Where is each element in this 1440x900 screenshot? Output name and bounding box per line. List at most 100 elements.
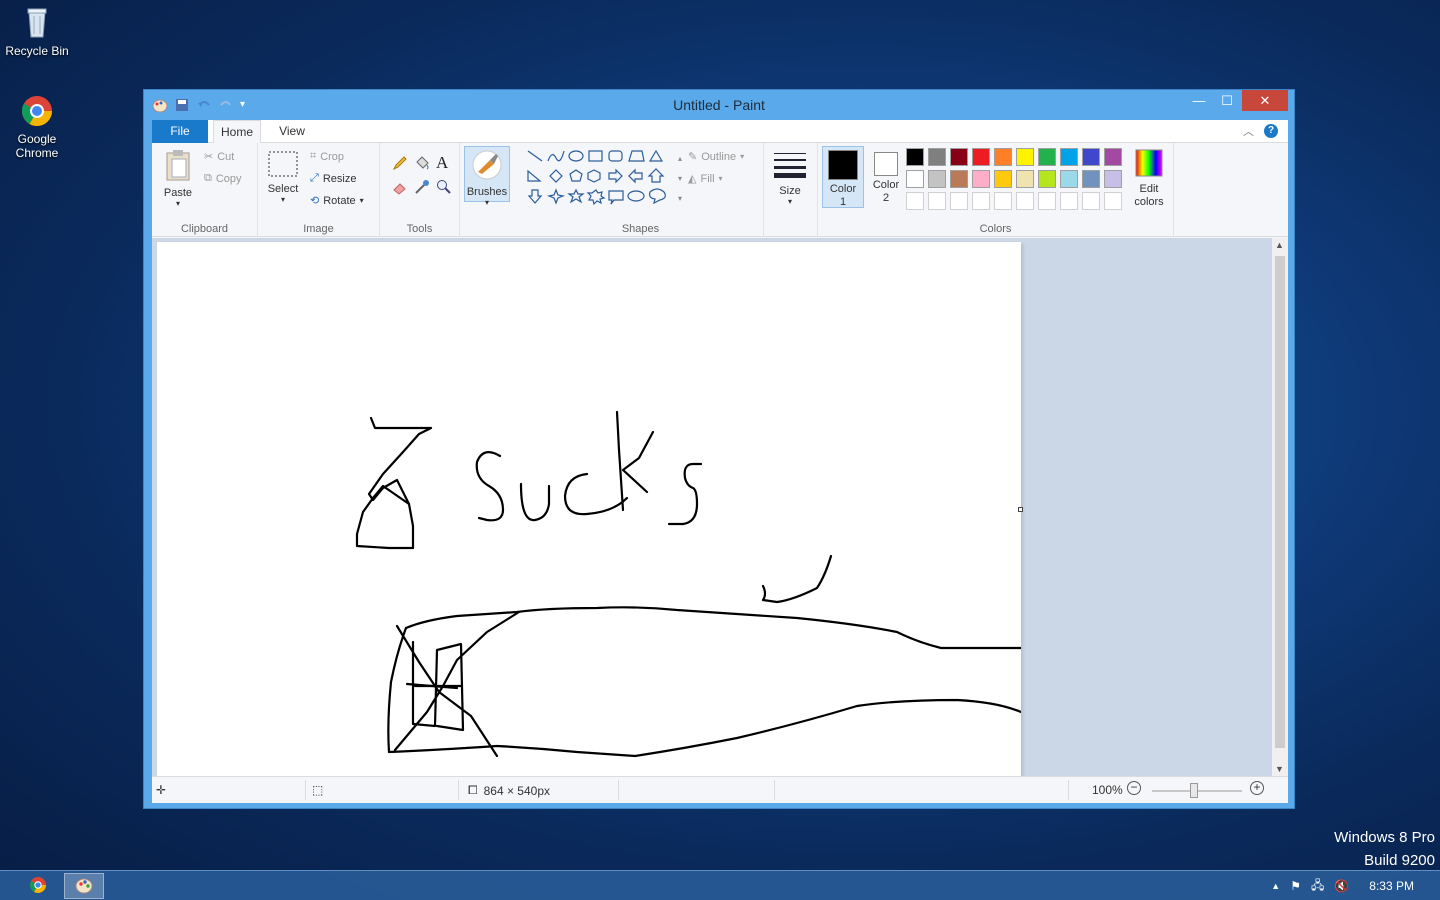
brushes-button[interactable]: Brushes ▾ [464, 146, 510, 207]
group-image: Select ▾ ⌗ Crop ⤢ Resize ⟲ Rotate ▾ Image [258, 143, 380, 237]
resize-label: Resize [322, 172, 357, 185]
scroll-down-icon[interactable]: ▼ [1275, 764, 1284, 774]
canvas-resize-handle[interactable] [1018, 507, 1023, 512]
fill-button[interactable]: ◭ Fill ▾ [688, 172, 723, 186]
windows-watermark: Windows 8 Pro Build 9200 [1334, 826, 1435, 872]
palette-swatch[interactable] [1038, 192, 1056, 210]
ribbon: Paste ▾ ✂ Cut ⧉ Copy Clipboard Select ▾ ⌗ C… [152, 143, 1288, 237]
magnifier-icon[interactable] [436, 179, 452, 198]
color-palette [906, 148, 1128, 214]
palette-swatch[interactable] [928, 170, 946, 188]
minimize-button[interactable]: — [1184, 90, 1214, 111]
palette-swatch[interactable] [1038, 148, 1056, 166]
shapes-gallery[interactable] [526, 148, 684, 210]
palette-swatch[interactable] [972, 170, 990, 188]
group-label: Clipboard [180, 223, 229, 235]
clock[interactable]: 8:33 PM [1369, 879, 1414, 893]
shapes-scroll[interactable]: ▴ ▾ ▾ [678, 149, 682, 209]
zoom-in-icon: + [1250, 781, 1264, 795]
zoom-out-button[interactable]: − [1127, 781, 1141, 795]
palette-swatch[interactable] [1016, 148, 1034, 166]
palette-swatch[interactable] [1016, 192, 1034, 210]
vertical-scrollbar[interactable]: ▲ ▼ [1272, 238, 1288, 776]
recycle-bin-icon [20, 6, 54, 40]
show-hidden-icons-icon[interactable]: ▲ [1271, 881, 1280, 891]
copy-icon: ⧉ [204, 172, 212, 184]
fill-bucket-icon[interactable] [414, 155, 430, 174]
palette-swatch[interactable] [1060, 170, 1078, 188]
palette-swatch[interactable] [994, 170, 1012, 188]
color-picker-icon[interactable] [414, 179, 430, 198]
palette-swatch[interactable] [906, 148, 924, 166]
network-icon[interactable]: 🖧 [1311, 876, 1324, 897]
paint-client: File Home View ︿ ? Paste ▾ ✂ Cut ⧉ Copy Cl… [152, 120, 1288, 803]
scroll-up-icon[interactable]: ▲ [1275, 240, 1284, 250]
palette-swatch[interactable] [994, 148, 1012, 166]
palette-swatch[interactable] [950, 148, 968, 166]
palette-swatch[interactable] [1082, 170, 1100, 188]
scroll-thumb[interactable] [1275, 256, 1285, 748]
resize-icon: ⤢ [310, 172, 319, 184]
volume-muted-icon[interactable]: 🔇 [1334, 879, 1349, 893]
paste-button[interactable]: Paste ▾ [158, 149, 198, 208]
cut-label: Cut [217, 150, 235, 163]
palette-swatch[interactable] [1104, 148, 1122, 166]
resize-button[interactable]: ⤢ Resize [310, 172, 356, 185]
crop-button[interactable]: ⌗ Crop [310, 150, 344, 163]
palette-swatch[interactable] [1038, 170, 1056, 188]
eraser-icon[interactable] [392, 179, 408, 198]
edit-colors-icon [1130, 149, 1168, 180]
zoom-in-button[interactable]: + [1250, 781, 1264, 795]
close-button[interactable]: ✕ [1242, 90, 1288, 111]
group-size: Size ▾ [764, 143, 818, 237]
outline-button[interactable]: ✎ Outline ▾ [688, 150, 744, 164]
group-clipboard: Paste ▾ ✂ Cut ⧉ Copy Clipboard [152, 143, 258, 237]
drawing-canvas[interactable] [157, 242, 1023, 776]
palette-swatch[interactable] [906, 192, 924, 210]
palette-swatch[interactable] [972, 148, 990, 166]
pencil-icon[interactable] [392, 155, 408, 174]
palette-swatch[interactable] [1104, 170, 1122, 188]
rotate-button[interactable]: ⟲ Rotate ▾ [310, 194, 364, 208]
palette-swatch[interactable] [1060, 192, 1078, 210]
tab-view[interactable]: View [272, 120, 312, 143]
taskbar-paint-button[interactable] [64, 873, 104, 899]
palette-swatch[interactable] [972, 192, 990, 210]
zoom-slider-thumb[interactable] [1190, 783, 1198, 798]
palette-swatch[interactable] [1082, 148, 1100, 166]
text-tool-icon[interactable]: A [436, 153, 448, 173]
maximize-button[interactable]: ☐ [1212, 90, 1242, 111]
group-label: Colors [979, 223, 1012, 235]
canvas-area [152, 238, 1272, 776]
palette-swatch[interactable] [1016, 170, 1034, 188]
taskbar-chrome-button[interactable] [18, 873, 58, 899]
paint-app-icon [75, 876, 93, 897]
color2-button[interactable]: Color 2 [866, 149, 906, 205]
desktop-icon-google-chrome[interactable]: Google Chrome [0, 94, 74, 160]
palette-swatch[interactable] [1060, 148, 1078, 166]
palette-swatch[interactable] [1082, 192, 1100, 210]
select-button[interactable]: Select ▾ [264, 151, 302, 204]
palette-swatch[interactable] [1104, 192, 1122, 210]
cut-button[interactable]: ✂ Cut [204, 150, 235, 164]
palette-swatch[interactable] [994, 192, 1012, 210]
palette-swatch[interactable] [950, 192, 968, 210]
copy-button[interactable]: ⧉ Copy [204, 172, 242, 185]
desktop-icon-recycle-bin[interactable]: Recycle Bin [0, 6, 74, 58]
palette-swatch[interactable] [928, 192, 946, 210]
palette-swatch[interactable] [928, 148, 946, 166]
action-center-flag-icon[interactable]: ⚑ [1290, 879, 1301, 893]
zoom-out-icon: − [1127, 781, 1141, 795]
palette-swatch[interactable] [906, 170, 924, 188]
tab-home[interactable]: Home [213, 120, 261, 144]
color1-button[interactable]: Color 1 [822, 146, 864, 208]
image-size-icon: ⧠ [468, 783, 478, 797]
size-button[interactable]: Size ▾ [770, 151, 810, 206]
cursor-position-icon: ✛ [156, 783, 167, 797]
title-bar[interactable]: ▾ Untitled - Paint — ☐ ✕ [144, 90, 1294, 120]
palette-swatch[interactable] [950, 170, 968, 188]
help-icon[interactable]: ? [1264, 124, 1278, 138]
collapse-ribbon-icon[interactable]: ︿ [1243, 123, 1254, 139]
edit-colors-button[interactable]: Edit colors [1130, 149, 1168, 209]
tab-file[interactable]: File [152, 120, 208, 143]
